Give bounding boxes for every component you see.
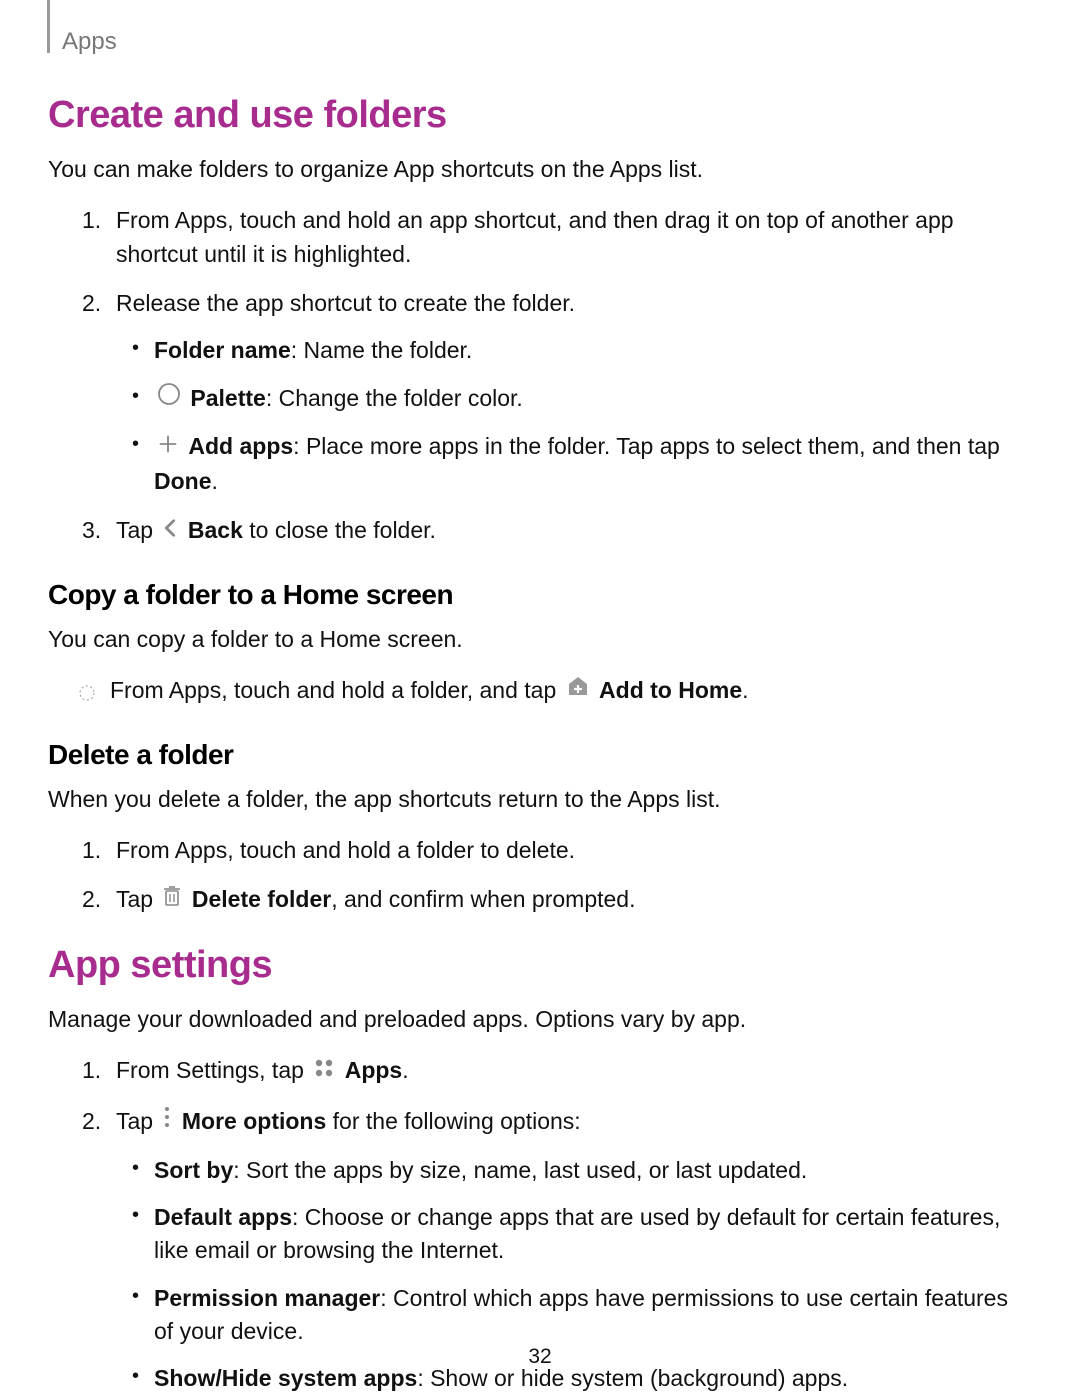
step-3: Tap Back to close the folder. [116,514,1018,549]
label-permission-manager: Permission manager [154,1285,380,1311]
intro-create-folders: You can make folders to organize App sho… [48,153,1018,186]
apps-grid-icon [313,1055,335,1088]
text-sort-by: : Sort the apps by size, name, last used… [233,1157,807,1183]
heading-create-folders: Create and use folders [48,94,1018,137]
sub-palette: Palette: Change the folder color. [154,382,1018,417]
label-show-hide: Show/Hide system apps [154,1365,417,1391]
label-palette: Palette [190,385,265,411]
copy-text-pre: From Apps, touch and hold a folder, and … [110,677,563,703]
header-breadcrumb: Apps [62,28,1018,56]
label-delete-folder: Delete folder [192,886,331,912]
delete-step-2-pre: Tap [116,886,159,912]
heading-delete-folder: Delete a folder [48,739,1018,771]
heading-app-settings: App settings [48,944,1018,987]
step-3-post: to close the folder. [243,517,436,543]
text-show-hide: : Show or hide system (background) apps. [417,1365,848,1391]
item-copy-folder: From Apps, touch and hold a folder, and … [110,674,1018,709]
circle-bullet-icon [78,678,96,711]
text-done-period: . [212,468,218,494]
step-2-text: Release the app shortcut to create the f… [116,290,575,316]
copy-text-post: . [742,677,748,703]
label-sort-by: Sort by [154,1157,233,1183]
text-add-apps: : Place more apps in the folder. Tap app… [293,433,1000,459]
list-copy-folder: From Apps, touch and hold a folder, and … [48,674,1018,709]
intro-app-settings: Manage your downloaded and preloaded app… [48,1003,1018,1036]
step-1: From Apps, touch and hold an app shortcu… [116,204,1018,271]
text-folder-name: : Name the folder. [291,337,473,363]
palette-circle-icon [157,382,181,415]
opt-sort-by: Sort by: Sort the apps by size, name, la… [154,1154,1018,1187]
settings-step-2-post: for the following options: [326,1108,580,1134]
label-add-to-home: Add to Home [599,677,742,703]
back-chevron-icon [162,515,178,548]
label-default-apps: Default apps [154,1204,292,1230]
step-2: Release the app shortcut to create the f… [116,287,1018,498]
delete-step-1: From Apps, touch and hold a folder to de… [116,834,1018,867]
add-to-home-icon [566,674,590,707]
opt-default-apps: Default apps: Choose or change apps that… [154,1201,1018,1268]
settings-step-1: From Settings, tap Apps. [116,1054,1018,1089]
trash-icon [162,884,182,917]
delete-step-2: Tap Delete folder, and confirm when prom… [116,883,1018,918]
label-apps: Apps [345,1057,403,1083]
delete-step-2-post: , and confirm when prompted. [331,886,635,912]
label-folder-name: Folder name [154,337,291,363]
steps-create-folders: From Apps, touch and hold an app shortcu… [72,204,1018,549]
label-back: Back [188,517,243,543]
intro-delete-folder: When you delete a folder, the app shortc… [48,783,1018,816]
step-2-sublist: Folder name: Name the folder. Palette: C… [116,334,1018,498]
label-add-apps: Add apps [188,433,293,459]
step-3-pre: Tap [116,517,159,543]
settings-step-2-pre: Tap [116,1108,159,1134]
text-palette: : Change the folder color. [266,385,523,411]
label-more-options: More options [182,1108,326,1134]
sub-folder-name: Folder name: Name the folder. [154,334,1018,367]
sub-add-apps: Add apps: Place more apps in the folder.… [154,430,1018,498]
settings-step-1-post: . [402,1057,408,1083]
heading-copy-folder: Copy a folder to a Home screen [48,579,1018,611]
page-number: 32 [0,1345,1080,1369]
steps-delete-folder: From Apps, touch and hold a folder to de… [72,834,1018,918]
settings-step-1-pre: From Settings, tap [116,1057,310,1083]
intro-copy-folder: You can copy a folder to a Home screen. [48,623,1018,656]
more-options-icon [162,1105,172,1138]
label-done: Done [154,468,212,494]
plus-icon [157,431,179,464]
opt-permission-manager: Permission manager: Control which apps h… [154,1282,1018,1349]
header-vertical-rule [47,0,50,53]
